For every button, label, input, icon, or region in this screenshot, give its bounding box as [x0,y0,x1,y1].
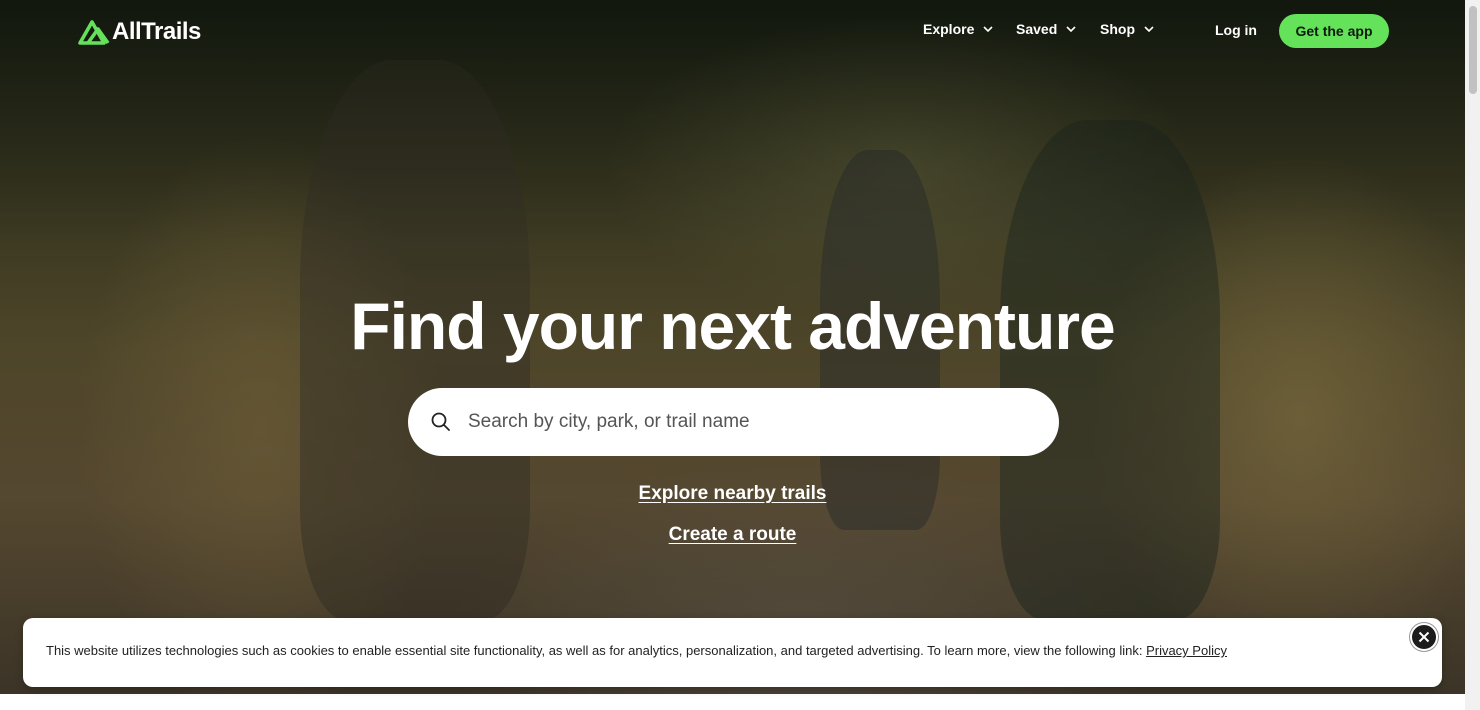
search-icon [431,412,450,431]
nav-saved[interactable]: Saved [1016,21,1076,37]
search-input[interactable] [466,410,1030,434]
nav-explore-label: Explore [923,21,975,37]
chevron-down-icon [1066,25,1076,32]
close-icon [1418,631,1430,643]
scrollbar-thumb[interactable] [1469,6,1477,94]
logo-text: AllTrails [112,18,201,45]
cookie-banner: This website utilizes technologies such … [23,618,1442,687]
create-route-link[interactable]: Create a route [669,524,797,545]
logo[interactable]: AllTrails [78,18,201,46]
nav-shop[interactable]: Shop [1100,21,1154,37]
hero-headline: Find your next adventure [350,289,1115,363]
cookie-message: This website utilizes technologies such … [46,643,1227,658]
page-scrollbar[interactable] [1465,0,1480,710]
chevron-down-icon [983,25,993,32]
login-link[interactable]: Log in [1215,22,1257,38]
alltrails-logo-icon [78,20,110,45]
top-nav: AllTrails Explore Saved Shop Log in Get … [0,0,1465,64]
cookie-close-button[interactable] [1412,625,1436,649]
cookie-text: This website utilizes technologies such … [46,643,1143,658]
nav-shop-label: Shop [1100,21,1135,37]
explore-nearby-row: Explore nearby trails [0,483,1465,505]
nav-explore[interactable]: Explore [923,21,993,37]
search-bar[interactable] [408,388,1059,456]
create-route-row: Create a route [0,524,1465,546]
explore-nearby-link[interactable]: Explore nearby trails [639,483,827,504]
privacy-policy-link[interactable]: Privacy Policy [1146,643,1227,658]
nav-saved-label: Saved [1016,21,1058,37]
get-app-button[interactable]: Get the app [1279,14,1389,48]
chevron-down-icon [1144,25,1154,32]
